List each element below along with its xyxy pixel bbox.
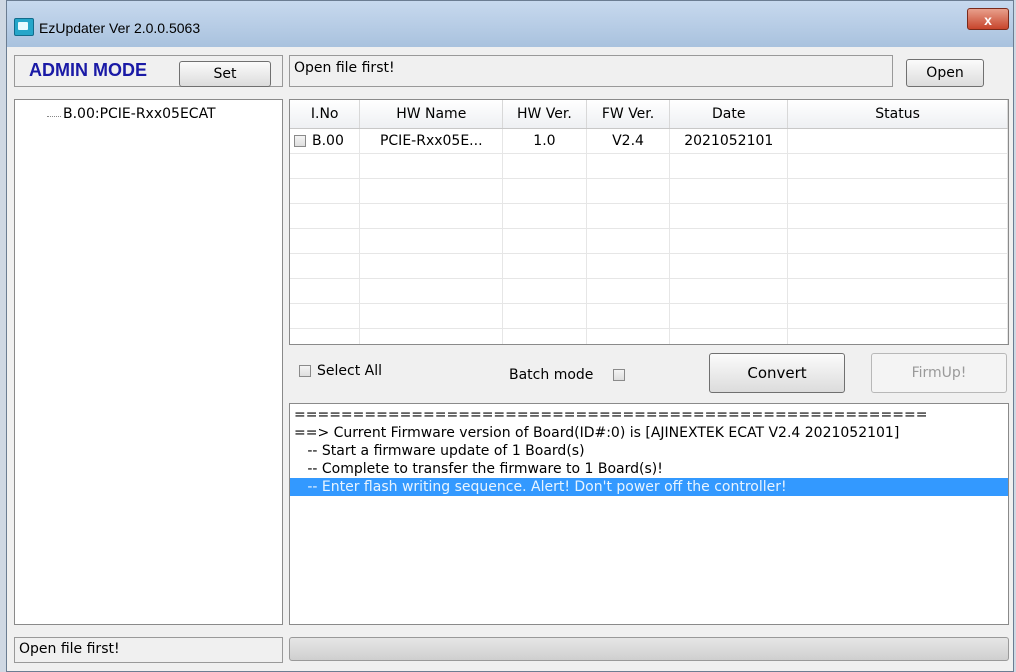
batch-mode-group: Batch mode	[509, 367, 626, 383]
cell-status	[787, 128, 1008, 154]
row-select-checkbox[interactable]	[294, 135, 306, 147]
table-row-empty	[290, 303, 1008, 329]
table-row-empty	[290, 228, 1008, 254]
close-button[interactable]: x	[967, 8, 1009, 30]
select-all-label: Select All	[317, 363, 382, 379]
action-bar: Select All Batch mode Convert FirmUp!	[289, 347, 1009, 397]
log-line: ==> Current Firmware version of Board(ID…	[294, 425, 900, 441]
batch-mode-checkbox[interactable]	[613, 369, 626, 381]
window-title: EzUpdater Ver 2.0.0.5063	[39, 20, 201, 36]
column-header-date[interactable]: Date	[669, 100, 789, 129]
convert-button[interactable]: Convert	[709, 353, 845, 393]
table-row-empty	[290, 153, 1008, 179]
tree-connector	[47, 116, 61, 117]
app-icon	[14, 18, 34, 36]
status-message: Open file first!	[14, 637, 283, 663]
cell-ino: B.00	[290, 128, 361, 154]
table-row-empty	[290, 178, 1008, 204]
cell-fw-ver: V2.4	[586, 128, 671, 154]
select-all-checkbox[interactable]: Select All	[299, 363, 382, 379]
log-line: -- Start a firmware update of 1 Board(s)	[294, 443, 585, 459]
column-header-status[interactable]: Status	[787, 100, 1008, 129]
log-line: -- Complete to transfer the firmware to …	[294, 461, 663, 477]
column-header-hw-name[interactable]: HW Name	[359, 100, 504, 129]
cell-hw-name: PCIE-Rxx05E...	[359, 128, 504, 154]
admin-mode-label: ADMIN MODE	[29, 60, 147, 80]
column-header-fw-ver[interactable]: FW Ver.	[586, 100, 671, 129]
select-all-box[interactable]	[299, 365, 311, 377]
table-row[interactable]: B.00 PCIE-Rxx05E... 1.0 V2.4 2021052101	[290, 128, 1008, 154]
log-line: ========================================…	[294, 407, 928, 423]
table-row-empty	[290, 278, 1008, 304]
board-table: I.No HW Name HW Ver. FW Ver. Date Status…	[290, 100, 1008, 344]
table-row-empty	[290, 253, 1008, 279]
file-status-field[interactable]: Open file first!	[289, 55, 893, 87]
cell-hw-ver: 1.0	[502, 128, 587, 154]
log-output[interactable]: ========================================…	[289, 403, 1009, 625]
column-header-ino[interactable]: I.No	[290, 100, 361, 129]
column-header-hw-ver[interactable]: HW Ver.	[502, 100, 587, 129]
cell-date: 2021052101	[669, 128, 789, 154]
progress-bar	[289, 637, 1009, 661]
table-row-empty	[290, 328, 1008, 344]
title-bar[interactable]: EzUpdater Ver 2.0.0.5063 x	[7, 1, 1013, 47]
cell-ino-text: B.00	[312, 133, 344, 149]
client-area: ADMIN MODE Set Open file first! Open B.0…	[7, 47, 1013, 671]
board-tree[interactable]: B.00:PCIE-Rxx05ECAT	[14, 99, 283, 625]
set-button[interactable]: Set	[179, 61, 271, 87]
open-button[interactable]: Open	[906, 59, 984, 87]
firmup-button[interactable]: FirmUp!	[871, 353, 1007, 393]
table-header-row: I.No HW Name HW Ver. FW Ver. Date Status	[290, 100, 1008, 129]
batch-mode-label: Batch mode	[509, 367, 594, 383]
log-line: -- Enter flash writing sequence. Alert! …	[290, 478, 1008, 496]
table-row-empty	[290, 203, 1008, 229]
board-grid[interactable]: I.No HW Name HW Ver. FW Ver. Date Status…	[289, 99, 1009, 345]
tree-item-board[interactable]: B.00:PCIE-Rxx05ECAT	[63, 106, 216, 122]
main-window: EzUpdater Ver 2.0.0.5063 x ADMIN MODE Se…	[6, 0, 1014, 672]
